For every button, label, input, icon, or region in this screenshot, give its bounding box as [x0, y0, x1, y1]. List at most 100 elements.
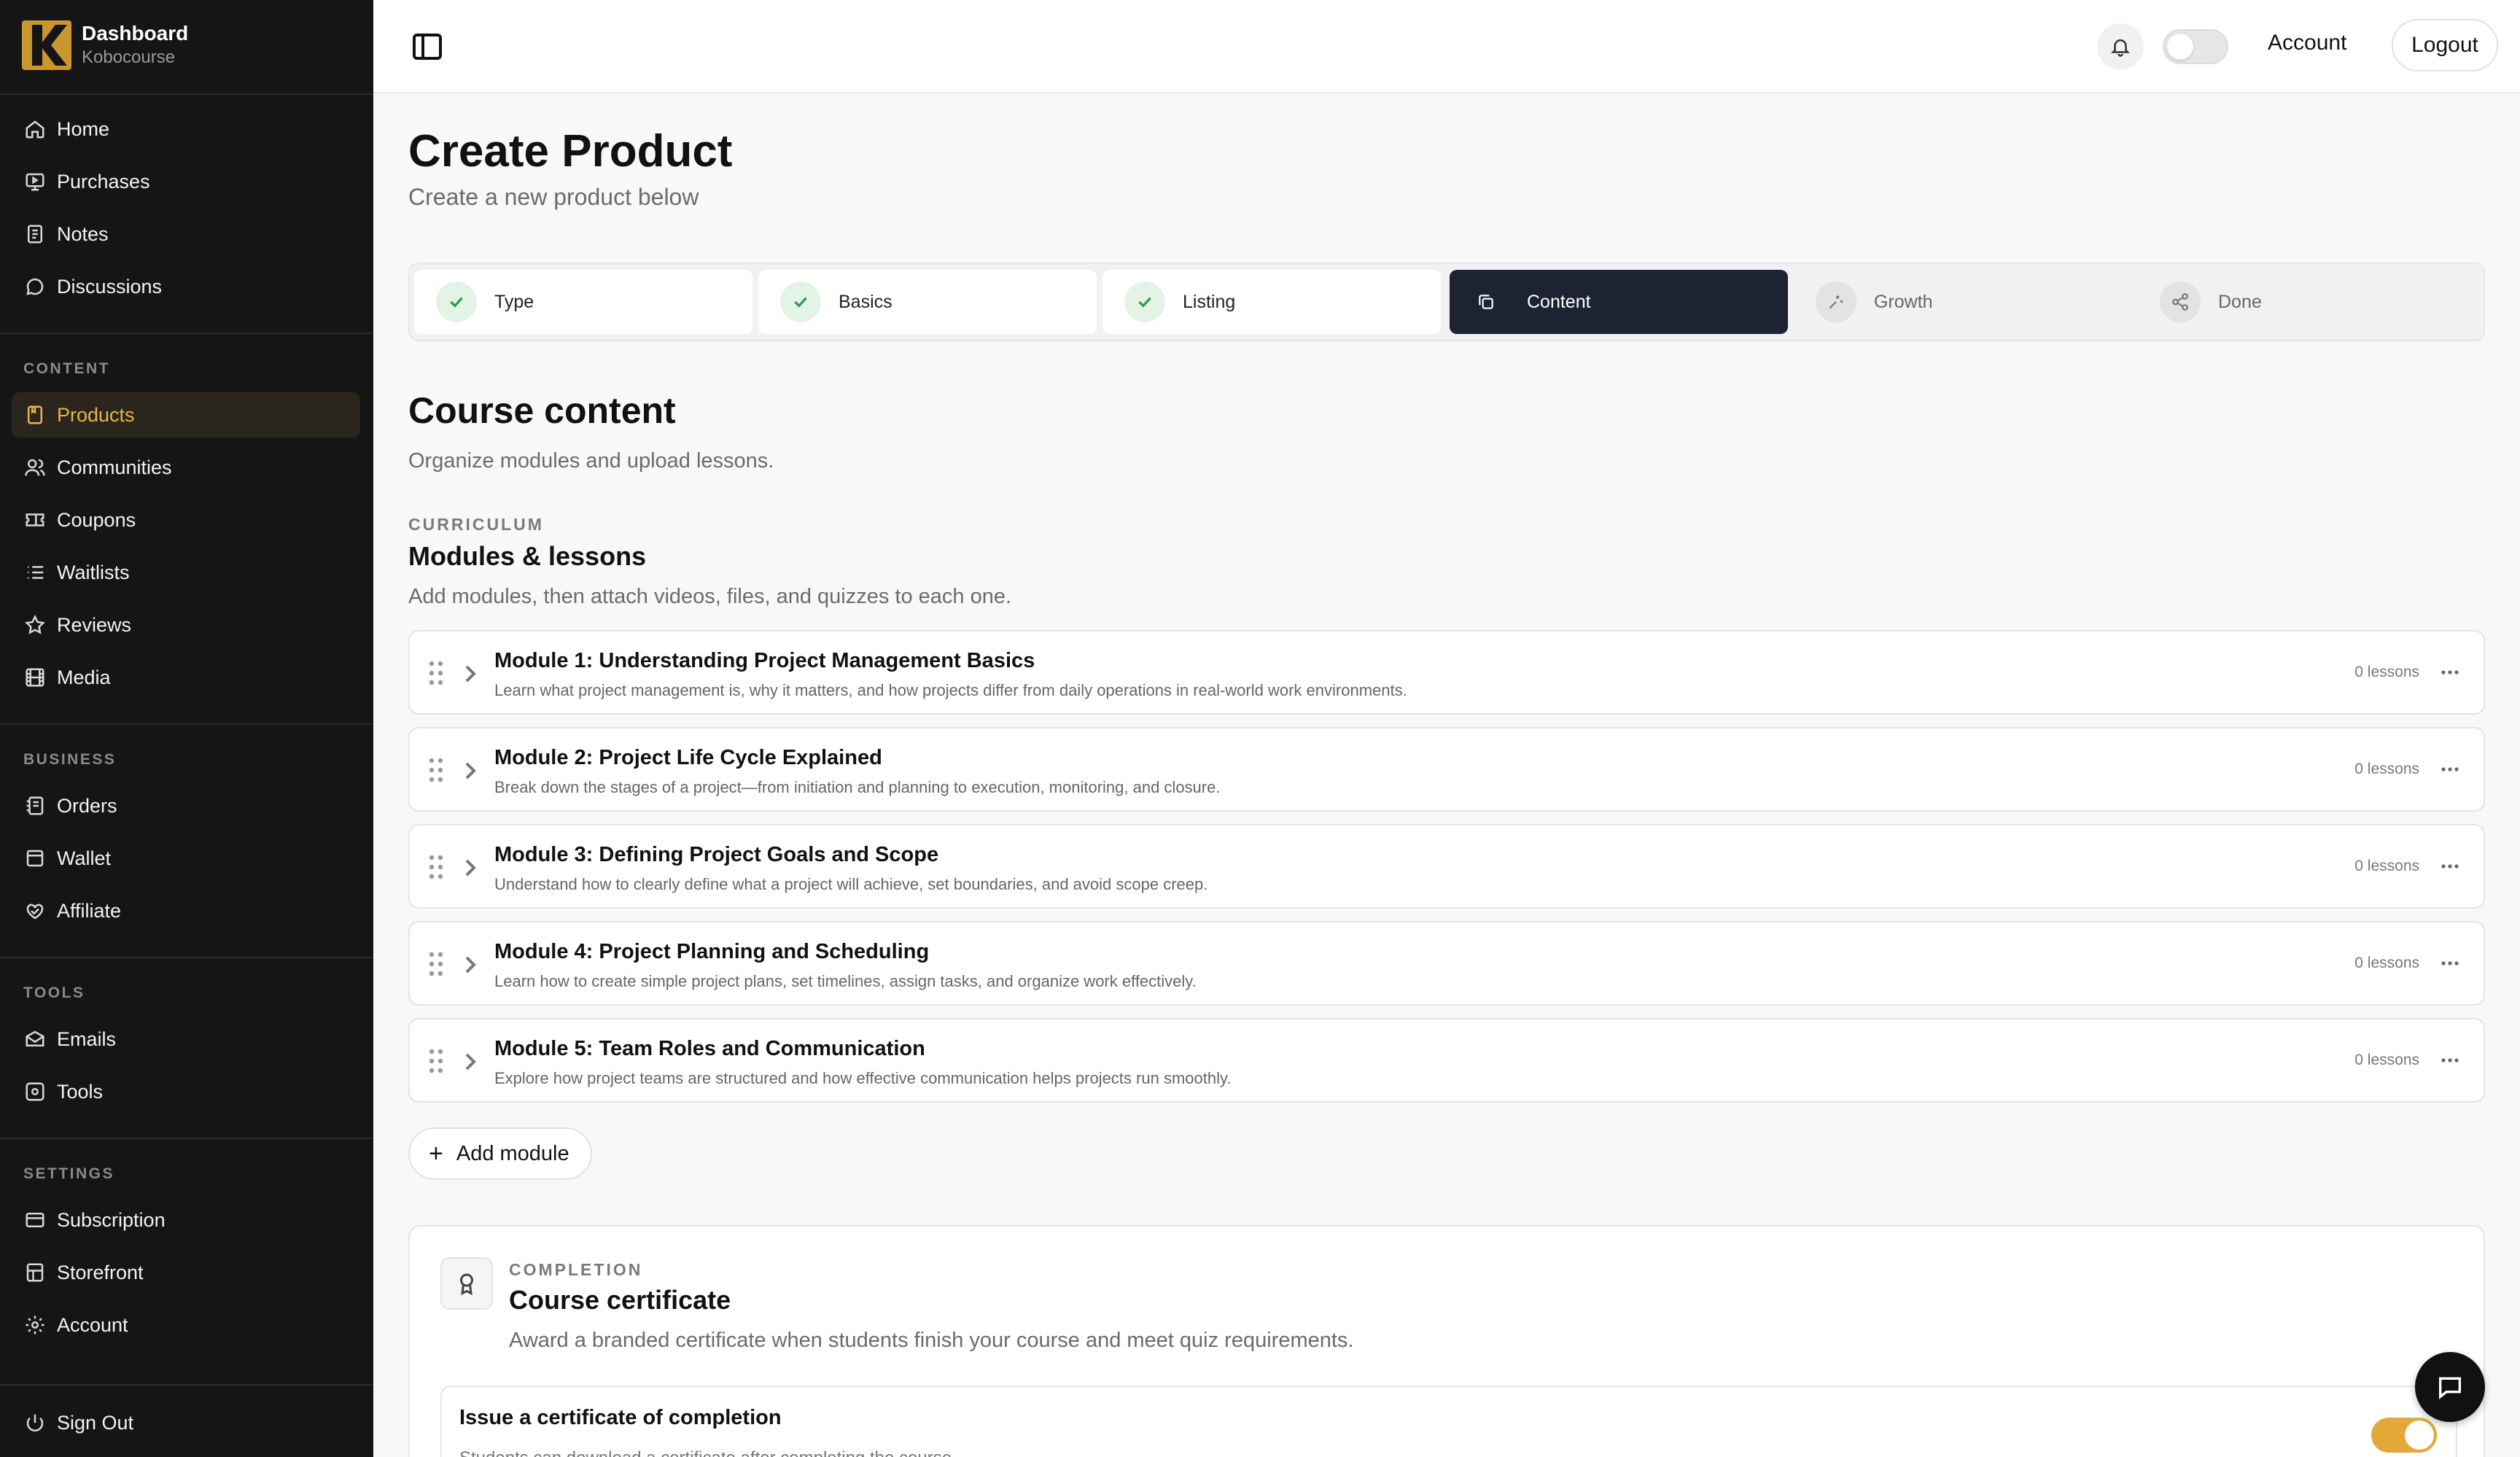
chevron-right-icon[interactable] — [462, 664, 480, 684]
add-module-button[interactable]: + Add module — [408, 1127, 592, 1180]
sidebar-item-wallet[interactable]: Wallet — [12, 836, 360, 881]
module-lesson-count: 0 lessons — [2354, 664, 2419, 680]
sign-out-button[interactable]: Sign Out — [12, 1400, 360, 1445]
issue-certificate-description: Students can download a certificate afte… — [459, 1448, 957, 1457]
module-row[interactable]: Module 4: Project Planning and Schedulin… — [408, 921, 2485, 1006]
module-row[interactable]: Module 2: Project Life Cycle Explained B… — [408, 727, 2485, 812]
step-done[interactable]: Done — [2138, 270, 2476, 334]
power-icon — [23, 1411, 47, 1434]
step-growth[interactable]: Growth — [1794, 270, 2132, 334]
sidebar-item-tools[interactable]: Tools — [12, 1069, 360, 1114]
monitor-play-icon — [23, 170, 47, 193]
sidebar-item-orders[interactable]: Orders — [12, 783, 360, 828]
sidebar-item-home[interactable]: Home — [12, 106, 360, 152]
step-basics[interactable]: Basics — [758, 270, 1097, 334]
notes-icon — [23, 222, 47, 246]
sidebar-divider — [0, 1138, 373, 1139]
step-listing[interactable]: Listing — [1102, 270, 1441, 334]
sidebar-item-media[interactable]: Media — [12, 655, 360, 700]
sidebar-item-reviews[interactable]: Reviews — [12, 602, 360, 648]
drag-handle-icon[interactable] — [429, 855, 443, 879]
step-label: Content — [1527, 291, 1591, 312]
sidebar-item-label: Waitlists — [57, 561, 130, 583]
chevron-right-icon[interactable] — [462, 761, 480, 781]
section-label-content: CONTENT — [23, 360, 110, 377]
module-row[interactable]: Module 1: Understanding Project Manageme… — [408, 630, 2485, 715]
certificate-description: Award a branded certificate when student… — [509, 1329, 1354, 1352]
step-type[interactable]: Type — [414, 270, 752, 334]
module-row[interactable]: Module 3: Defining Project Goals and Sco… — [408, 824, 2485, 909]
bell-icon — [2110, 39, 2131, 57]
sidebar: Dashboard Kobocourse Home Purchases Note… — [0, 0, 373, 1457]
users-icon — [23, 456, 47, 479]
step-label: Listing — [1183, 291, 1236, 312]
sidebar-item-account[interactable]: Account — [12, 1302, 360, 1348]
brand[interactable]: Dashboard Kobocourse — [22, 18, 188, 73]
drag-handle-icon[interactable] — [429, 661, 443, 685]
copy-icon — [1471, 281, 1501, 322]
more-options-icon[interactable] — [2437, 759, 2463, 780]
cog-box-icon — [23, 1080, 47, 1103]
issue-certificate-toggle[interactable] — [2371, 1418, 2437, 1453]
sidebar-item-purchases[interactable]: Purchases — [12, 159, 360, 204]
more-options-icon[interactable] — [2437, 662, 2463, 683]
list-icon — [23, 561, 47, 584]
logout-button[interactable]: Logout — [2392, 19, 2498, 71]
drag-handle-icon[interactable] — [429, 1049, 443, 1073]
sidebar-item-label: Home — [57, 117, 110, 140]
notifications-button[interactable] — [2097, 23, 2144, 70]
certificate-title: Course certificate — [509, 1285, 731, 1315]
sidebar-item-notes[interactable]: Notes — [12, 211, 360, 257]
drag-handle-icon[interactable] — [429, 952, 443, 976]
check-icon — [1124, 281, 1165, 322]
more-options-icon[interactable] — [2437, 856, 2463, 877]
check-icon — [436, 281, 477, 322]
chevron-right-icon[interactable] — [462, 1052, 480, 1072]
module-description: Explore how project teams are structured… — [494, 1069, 1232, 1087]
module-description: Understand how to clearly define what a … — [494, 875, 1208, 893]
page-title: Create Product — [408, 126, 733, 176]
sidebar-item-label: Products — [57, 403, 135, 426]
sidebar-item-emails[interactable]: Emails — [12, 1017, 360, 1062]
sidebar-item-storefront[interactable]: Storefront — [12, 1250, 360, 1295]
sidebar-item-products[interactable]: Products — [12, 392, 360, 438]
home-icon — [23, 117, 47, 141]
chat-button[interactable] — [2415, 1352, 2485, 1422]
sidebar-item-label: Notes — [57, 222, 109, 245]
completion-label: COMPLETION — [509, 1260, 643, 1279]
account-link[interactable]: Account — [2268, 31, 2346, 55]
sidebar-item-waitlists[interactable]: Waitlists — [12, 550, 360, 595]
plus-icon: + — [429, 1140, 443, 1167]
module-row[interactable]: Module 5: Team Roles and Communication E… — [408, 1018, 2485, 1103]
step-content[interactable]: Content — [1450, 270, 1788, 334]
sidebar-item-affiliate[interactable]: Affiliate — [12, 888, 360, 933]
sidebar-item-coupons[interactable]: Coupons — [12, 497, 360, 543]
sidebar-item-label: Subscription — [57, 1208, 166, 1231]
sidebar-item-label: Affiliate — [57, 899, 122, 922]
product-icon — [23, 403, 47, 427]
toggle-knob — [2405, 1421, 2434, 1450]
sidebar-item-subscription[interactable]: Subscription — [12, 1197, 360, 1243]
sidebar-item-communities[interactable]: Communities — [12, 445, 360, 490]
step-label: Type — [494, 291, 534, 312]
chevron-right-icon[interactable] — [462, 955, 480, 975]
wallet-icon — [23, 847, 47, 870]
sidebar-item-label: Tools — [57, 1080, 104, 1103]
curriculum-label: CURRICULUM — [408, 515, 544, 534]
module-title: Module 2: Project Life Cycle Explained — [494, 746, 882, 769]
chevron-right-icon[interactable] — [462, 858, 480, 878]
more-options-icon[interactable] — [2437, 1050, 2463, 1071]
drag-handle-icon[interactable] — [429, 758, 443, 782]
add-module-label: Add module — [456, 1141, 569, 1165]
product-stepper: Type Basics Listing Content Growth Done — [408, 263, 2485, 341]
toggle-sidebar-button[interactable] — [410, 29, 445, 64]
star-icon — [23, 613, 47, 637]
theme-toggle[interactable] — [2163, 29, 2228, 64]
step-label: Basics — [839, 291, 892, 312]
sidebar-item-label: Wallet — [57, 847, 112, 869]
course-content-description: Organize modules and upload lessons. — [408, 449, 774, 473]
sidebar-item-discussions[interactable]: Discussions — [12, 264, 360, 309]
more-options-icon[interactable] — [2437, 953, 2463, 974]
issue-certificate-title: Issue a certificate of completion — [459, 1406, 782, 1429]
message-icon — [2439, 1377, 2461, 1399]
